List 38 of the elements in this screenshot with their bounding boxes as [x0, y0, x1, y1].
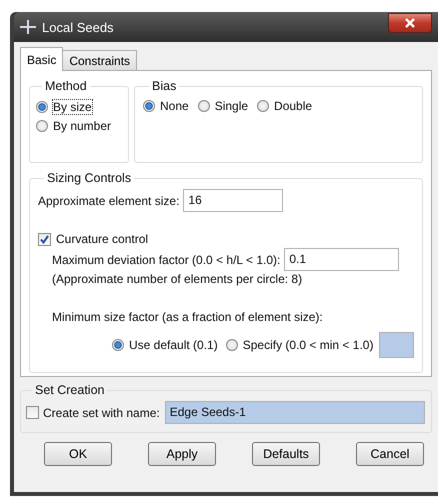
radio-label[interactable]: By number — [53, 119, 112, 133]
checkbox-label[interactable]: Create set with name: — [43, 406, 160, 420]
tab[interactable]: Constraints — [62, 50, 138, 71]
checkbox[interactable] — [26, 406, 39, 419]
close-button[interactable] — [388, 13, 432, 33]
radio-label[interactable]: Single — [214, 99, 248, 113]
radio-label[interactable]: Specify (0.0 < min < 1.0) — [242, 338, 374, 352]
radio-label[interactable]: None — [160, 99, 189, 113]
group-title: Method — [44, 79, 88, 93]
radio-button[interactable] — [226, 339, 238, 351]
radio-button[interactable] — [36, 101, 48, 113]
window-title: Local Seeds — [42, 20, 114, 34]
section-label: Minimum size factor (as a fraction of element size): — [51, 310, 324, 324]
group-title: Sizing Controls — [46, 171, 132, 185]
field-label: Maximum deviation factor (0.0 < h/L < 1.0): — [52, 252, 280, 266]
radio-button[interactable] — [143, 100, 155, 112]
cross-icon — [20, 19, 36, 35]
info-text: (Approximate number of elements per circle: 8) — [51, 272, 304, 286]
radio-button[interactable] — [36, 120, 48, 132]
dialog-button[interactable]: Cancel — [356, 442, 424, 466]
dialog-button[interactable]: Apply — [148, 442, 216, 466]
tab[interactable]: Basic — [20, 47, 64, 71]
group-title: Set Creation — [34, 383, 106, 397]
radio-label[interactable]: Use default (0.1) — [129, 338, 218, 352]
checkbox-label[interactable]: Curvature control — [56, 232, 148, 246]
radio-button[interactable] — [112, 339, 124, 351]
close-icon — [404, 18, 416, 28]
checkbox[interactable] — [38, 232, 51, 246]
radio-button[interactable] — [198, 100, 210, 112]
group-title: Bias — [151, 79, 178, 93]
input-field[interactable]: 0.1 — [284, 248, 400, 271]
radio-label[interactable]: By size — [53, 100, 92, 114]
dialog-button[interactable]: Defaults — [252, 442, 320, 466]
input-field[interactable]: 16 — [183, 189, 284, 212]
radio-label[interactable]: Double — [274, 99, 312, 113]
dialog-button[interactable]: OK — [44, 442, 112, 466]
field-label: Approximate element size: — [38, 194, 180, 208]
radio-button[interactable] — [257, 100, 270, 112]
